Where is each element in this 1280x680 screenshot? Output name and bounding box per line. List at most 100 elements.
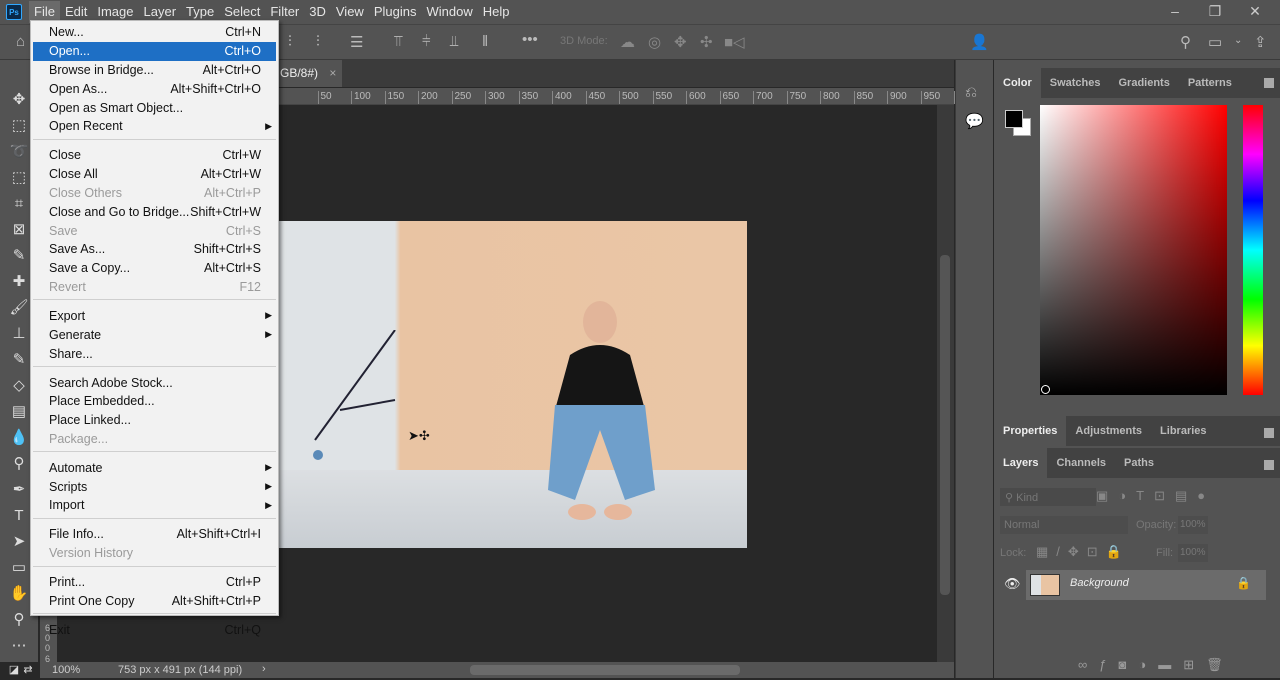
pen-tool-icon[interactable]: ✒ xyxy=(9,480,29,500)
distribute-icon[interactable]: ☰ xyxy=(350,33,363,51)
workspace-icon[interactable]: ▭ xyxy=(1208,33,1222,51)
tab-libraries[interactable]: Libraries xyxy=(1151,416,1215,446)
tab-patterns[interactable]: Patterns xyxy=(1179,68,1241,98)
menu-item-print[interactable]: Print... Ctrl+P xyxy=(31,573,278,592)
minimize-icon[interactable]: – xyxy=(1155,0,1195,22)
healing-tool-icon[interactable]: ✚ xyxy=(9,272,29,292)
align-right-icon[interactable]: ⫶ xyxy=(316,33,320,50)
distribute-horizontal-icon[interactable]: ‖ xyxy=(482,33,488,50)
tab-layers[interactable]: Layers xyxy=(994,448,1048,478)
foreground-color-swatch[interactable] xyxy=(1005,110,1023,128)
search-icon[interactable]: ⚲ xyxy=(1180,33,1191,51)
panel-menu-icon[interactable] xyxy=(1264,460,1274,470)
horizontal-scrollbar[interactable] xyxy=(470,665,740,675)
layer-filter-icons[interactable]: ▣◑T⊡▤● xyxy=(1096,488,1215,504)
tab-color[interactable]: Color xyxy=(994,68,1041,98)
menu-view[interactable]: View xyxy=(331,1,369,23)
visibility-eye-icon[interactable]: 👁 xyxy=(1004,576,1021,592)
menu-item-save-a-copy[interactable]: Save a Copy... Alt+Ctrl+S xyxy=(31,259,278,278)
dodge-tool-icon[interactable]: ⚲ xyxy=(9,454,29,474)
menu-item-print-one-copy[interactable]: Print One Copy Alt+Shift+Ctrl+P xyxy=(31,592,278,611)
more-options-button[interactable]: ••• xyxy=(522,31,538,48)
menu-item-close-and-go-to-bridge[interactable]: Close and Go to Bridge... Shift+Ctrl+W xyxy=(31,202,278,221)
menu-item-place-linked[interactable]: Place Linked... xyxy=(31,411,278,430)
layer-row-background[interactable]: Background 🔒 xyxy=(1026,570,1266,600)
path-select-tool-icon[interactable]: ➤ xyxy=(9,532,29,552)
menu-window[interactable]: Window xyxy=(421,1,477,23)
align-top-icon[interactable]: ⫪ xyxy=(394,33,402,50)
home-icon[interactable]: ⌂ xyxy=(16,33,25,50)
marquee-tool-icon[interactable]: ⬚ xyxy=(9,116,29,136)
opacity-input[interactable]: 100% xyxy=(1178,516,1208,534)
zoom-level[interactable]: 100% xyxy=(52,664,80,676)
hand-tool-icon[interactable]: ✋ xyxy=(9,584,29,604)
tab-swatches[interactable]: Swatches xyxy=(1041,68,1110,98)
more-tools-icon[interactable]: ⋯ xyxy=(9,636,29,656)
rectangle-tool-icon[interactable]: ▭ xyxy=(9,558,29,578)
close-tab-icon[interactable]: × xyxy=(329,66,336,80)
align-bottom-icon[interactable]: ⫫ xyxy=(450,33,458,50)
menu-item-open-as-smart-object[interactable]: Open as Smart Object... xyxy=(31,98,278,117)
color-picker-field[interactable] xyxy=(1040,105,1227,395)
3d-pan-icon[interactable]: ✥ xyxy=(674,33,687,51)
3d-camera-icon[interactable]: ■◁ xyxy=(724,33,745,51)
lock-icon[interactable]: 🔒 xyxy=(1236,576,1251,590)
layer-actions[interactable]: ∞ƒ◙◑▬⊞🗑 xyxy=(1078,657,1235,673)
tab-paths[interactable]: Paths xyxy=(1115,448,1163,478)
panel-menu-icon[interactable] xyxy=(1264,428,1274,438)
menu-item-generate[interactable]: Generate ▶ xyxy=(31,325,278,344)
menu-item-place-embedded[interactable]: Place Embedded... xyxy=(31,392,278,411)
comments-icon[interactable]: 💬 xyxy=(965,112,984,130)
menu-item-file-info[interactable]: File Info... Alt+Shift+Ctrl+I xyxy=(31,525,278,544)
eyedropper-tool-icon[interactable]: ✎ xyxy=(9,246,29,266)
menu-item-export[interactable]: Export ▶ xyxy=(31,307,278,326)
restore-icon[interactable]: ❐ xyxy=(1195,0,1235,22)
lock-icons[interactable]: ▦/✥⊡🔒 xyxy=(1036,544,1130,560)
share-icon[interactable]: ⇪ xyxy=(1254,33,1267,51)
gradient-tool-icon[interactable]: ▤ xyxy=(9,402,29,422)
blend-mode-select[interactable]: Normal xyxy=(1000,516,1128,534)
hue-slider[interactable] xyxy=(1243,105,1263,395)
swap-colors-icon[interactable]: ⇄ xyxy=(18,660,38,680)
chevron-down-icon[interactable]: ⌄ xyxy=(1234,35,1242,46)
menu-item-search-adobe-stock[interactable]: Search Adobe Stock... xyxy=(31,373,278,392)
move-tool-icon[interactable]: ✥ xyxy=(9,90,29,110)
menu-item-import[interactable]: Import ▶ xyxy=(31,496,278,515)
crop-tool-icon[interactable]: ⌗ xyxy=(9,194,29,214)
lasso-tool-icon[interactable]: ➰ xyxy=(9,142,29,162)
tab-gradients[interactable]: Gradients xyxy=(1109,68,1178,98)
brush-tool-icon[interactable]: 🖌 xyxy=(9,298,29,318)
color-picker-handle[interactable] xyxy=(1041,385,1050,394)
blur-tool-icon[interactable]: 💧 xyxy=(9,428,29,448)
zoom-tool-icon[interactable]: ⚲ xyxy=(9,610,29,630)
menu-plugins[interactable]: Plugins xyxy=(369,1,422,23)
menu-item-automate[interactable]: Automate ▶ xyxy=(31,458,278,477)
tab-adjustments[interactable]: Adjustments xyxy=(1066,416,1151,446)
invite-user-icon[interactable]: 👤 xyxy=(970,33,989,51)
align-middle-icon[interactable]: ⫩ xyxy=(422,33,431,50)
menu-item-new[interactable]: New... Ctrl+N xyxy=(31,23,278,42)
object-select-tool-icon[interactable]: ⬚ xyxy=(9,168,29,188)
close-icon[interactable]: ✕ xyxy=(1235,0,1275,22)
menu-3d[interactable]: 3D xyxy=(304,1,331,23)
history-icon[interactable]: ⎌ xyxy=(965,84,977,101)
menu-item-close-all[interactable]: Close All Alt+Ctrl+W xyxy=(31,165,278,184)
chevron-right-icon[interactable]: › xyxy=(262,663,266,675)
menu-item-share[interactable]: Share... xyxy=(31,344,278,363)
menu-item-close[interactable]: Close Ctrl+W xyxy=(31,146,278,165)
menu-item-exit[interactable]: Exit Ctrl+Q xyxy=(31,621,278,640)
menu-item-open[interactable]: Open... Ctrl+O xyxy=(33,41,276,61)
type-tool-icon[interactable]: T xyxy=(9,506,29,526)
fill-input[interactable]: 100% xyxy=(1178,544,1208,562)
menu-item-browse-in-bridge[interactable]: Browse in Bridge... Alt+Ctrl+O xyxy=(31,61,278,80)
eraser-tool-icon[interactable]: ◇ xyxy=(9,376,29,396)
layer-name[interactable]: Background xyxy=(1070,577,1129,589)
3d-slide-icon[interactable]: ✣ xyxy=(700,33,713,51)
menu-item-open-recent[interactable]: Open Recent ▶ xyxy=(31,117,278,136)
vertical-scrollbar[interactable] xyxy=(937,105,954,662)
align-center-icon[interactable]: ⫶ xyxy=(288,33,292,50)
panel-menu-icon[interactable] xyxy=(1264,78,1274,88)
menu-item-open-as[interactable]: Open As... Alt+Shift+Ctrl+O xyxy=(31,79,278,98)
menu-item-scripts[interactable]: Scripts ▶ xyxy=(31,477,278,496)
3d-orbit-icon[interactable]: ☁ xyxy=(620,33,635,51)
